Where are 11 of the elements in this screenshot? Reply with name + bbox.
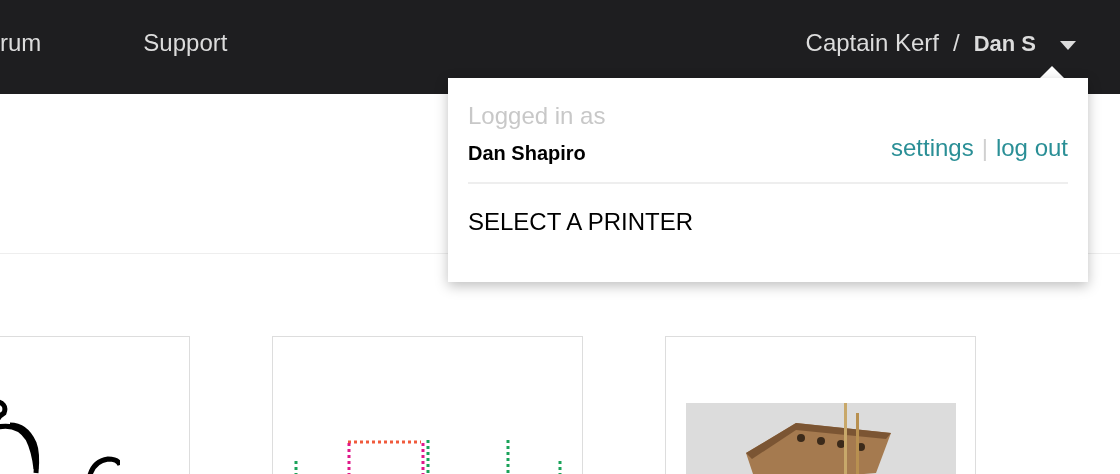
nav-link[interactable]: rum [0,25,42,61]
user-name[interactable]: Dan S [973,26,1036,60]
account-link[interactable]: settings [891,130,974,166]
account-link[interactable]: log out [995,130,1068,166]
nav-link[interactable]: Support [143,25,228,61]
breadcrumb-separator: / [952,28,960,58]
link-separator: | [981,133,988,163]
team-name[interactable]: Captain Kerf [805,25,939,61]
caret-icon[interactable] [1060,40,1076,50]
menu-item[interactable]: SELECT A PRINTER [468,184,1068,240]
account-full-name: Dan Shapiro [468,141,586,166]
